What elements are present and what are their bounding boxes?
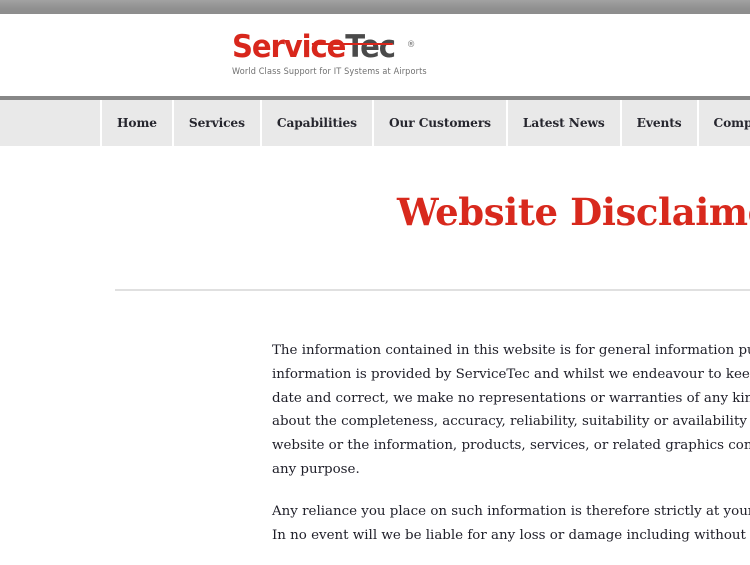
paragraph-1: The information contained in this websit… [272,339,750,482]
site-header: ServiceTec ® World Class Support for IT … [0,14,750,96]
paragraph-1-line-1: The information contained in this websit… [272,343,750,358]
logo-underline-accent [311,43,393,45]
paragraph-1-line-4: about the completeness, accuracy, reliab… [272,414,750,430]
registered-trademark-icon: ® [406,40,416,50]
logo-tagline: World Class Support for IT Systems at Ai… [232,66,427,76]
logo-word-tec: Tec [345,29,396,65]
paragraph-2-line-1: Any reliance you place on such informati… [272,503,750,519]
nav-item-services[interactable]: Services [171,100,260,146]
logo-wordmark: ServiceTec ® [232,29,415,65]
nav-item-our-customers[interactable]: Our Customers [371,100,506,146]
site-logo[interactable]: ServiceTec ® World Class Support for IT … [232,29,427,76]
paragraph-2-line-2: In no event will we be liable for any lo… [272,527,750,543]
page-content: Website Disclaimer The information conta… [0,146,750,543]
paragraph-1-line-6: any purpose. [272,461,360,477]
nav-item-company[interactable]: Company [696,100,750,146]
content-divider [115,289,750,291]
nav-item-home[interactable]: Home [100,100,172,146]
nav-item-capabilities[interactable]: Capabilities [259,100,372,146]
nav-item-events[interactable]: Events [619,100,697,146]
disclaimer-body: The information contained in this websit… [272,339,750,565]
browser-viewport-strip [0,0,750,14]
paragraph-1-line-2: information is provided by ServiceTec an… [272,366,750,382]
paragraph-1-line-5: website or the information, products, se… [272,438,750,454]
logo-word-service: Service [232,29,346,65]
nav-left-spacer [0,100,100,146]
main-navigation: Home Services Capabilities Our Customers… [0,96,750,146]
paragraph-2: Any reliance you place on such informati… [272,500,750,548]
paragraph-1-line-3: date and correct, we make no representat… [272,390,750,406]
nav-item-latest-news[interactable]: Latest News [505,100,620,146]
page-title: Website Disclaimer [397,190,750,234]
